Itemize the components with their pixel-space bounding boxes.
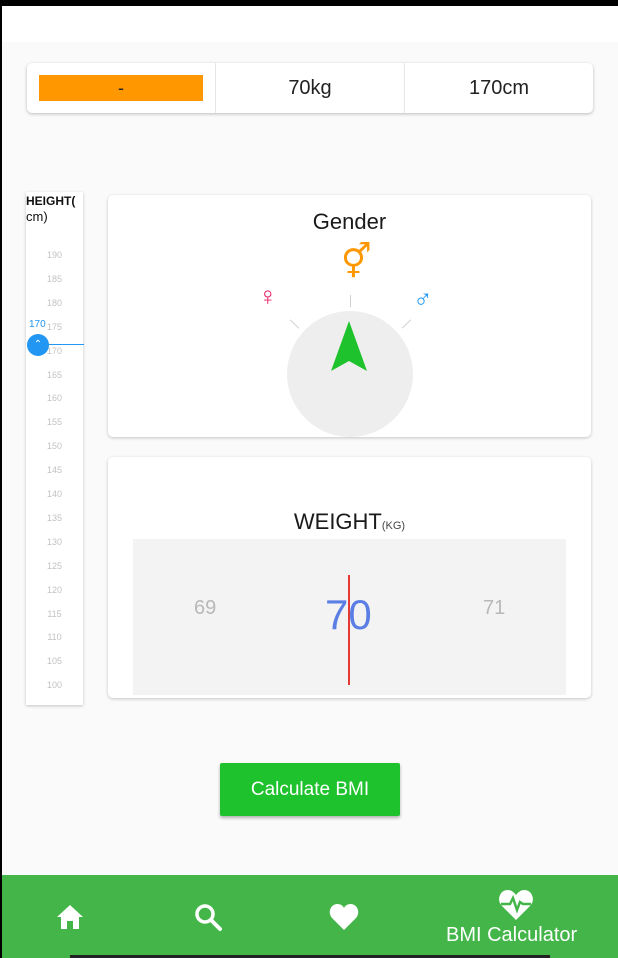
dial-tick-center <box>350 295 351 307</box>
heartbeat-icon <box>499 890 533 920</box>
dial-tick-left <box>289 319 300 329</box>
height-tick: 110 <box>47 632 62 643</box>
height-label: HEIGHT( cm) <box>26 194 86 225</box>
height-tick: 130 <box>46 536 63 547</box>
height-tick: 190 <box>46 250 63 260</box>
height-tick: 105 <box>46 656 63 667</box>
height-tick: 155 <box>46 417 63 428</box>
height-tick: 135 <box>46 512 63 523</box>
height-tick: 140 <box>46 489 63 499</box>
height-tick: 150 <box>46 441 63 452</box>
height-tick: 180 <box>46 297 63 308</box>
height-slider-handle[interactable]: ⌃ <box>27 334 49 356</box>
height-tick: 145 <box>46 465 63 476</box>
summary-bar: - 70kg 170cm <box>27 63 593 113</box>
up-down-chevron-icon: ⌃ <box>33 339 43 350</box>
nav-item-home[interactable] <box>50 875 90 958</box>
gender-pointer-icon <box>331 321 367 371</box>
nav-item-bmi-calculator[interactable] <box>496 883 536 927</box>
gender-card: Gender ♀ ⚥ ♂ <box>108 195 591 437</box>
weight-indicator-line <box>348 575 350 685</box>
weight-unit: (KG) <box>381 520 406 532</box>
nav-item-favorites[interactable] <box>324 875 364 958</box>
weight-card: WEIGHT(KG) 69 70 71 <box>108 457 591 698</box>
height-current-value: 170 <box>29 319 46 330</box>
height-tick: 185 <box>46 273 63 284</box>
other-gender-icon[interactable]: ⚥ <box>341 245 372 279</box>
weight-title: WEIGHT(KG) <box>108 509 591 535</box>
height-slider[interactable]: HEIGHT( cm) 190 185 180 175 170 165 160 155 150 1… <box>26 192 86 705</box>
height-tick: 165 <box>46 369 63 380</box>
nav-item-search[interactable] <box>188 875 228 958</box>
height-tick: 125 <box>46 560 63 571</box>
weight-summary: 70kg <box>215 63 404 113</box>
height-tick: 100 <box>46 680 63 691</box>
male-icon[interactable]: ♂ <box>413 285 433 311</box>
height-unit: cm) <box>26 209 48 224</box>
bmi-result-badge: - <box>39 75 203 101</box>
home-icon <box>57 904 83 929</box>
weight-picker[interactable]: 69 70 71 <box>133 539 566 695</box>
nav-label-bmi-calculator[interactable]: BMI Calculator <box>446 924 586 947</box>
height-summary: 170cm <box>404 63 593 113</box>
height-label-text: HEIGHT( <box>26 194 76 208</box>
app-screen: - 70kg 170cm HEIGHT( cm) 190 185 180 175 170… <box>2 6 618 958</box>
height-tick: 120 <box>46 584 63 595</box>
calculate-bmi-button[interactable]: Calculate BMI <box>220 763 400 816</box>
dial-tick-right <box>401 319 412 329</box>
bottom-nav: BMI Calculator <box>2 875 618 958</box>
weight-title-text: WEIGHT <box>293 509 382 534</box>
status-area <box>2 6 618 42</box>
female-icon[interactable]: ♀ <box>258 283 278 309</box>
gender-title: Gender <box>312 209 387 234</box>
heart-icon <box>329 903 359 930</box>
height-tick: 160 <box>46 393 63 404</box>
weight-prev-value[interactable]: 69 <box>194 597 216 620</box>
bmi-result-cell: - <box>27 63 215 113</box>
height-tick: 115 <box>47 608 62 619</box>
weight-next-value[interactable]: 71 <box>483 597 505 620</box>
search-icon <box>195 903 222 931</box>
